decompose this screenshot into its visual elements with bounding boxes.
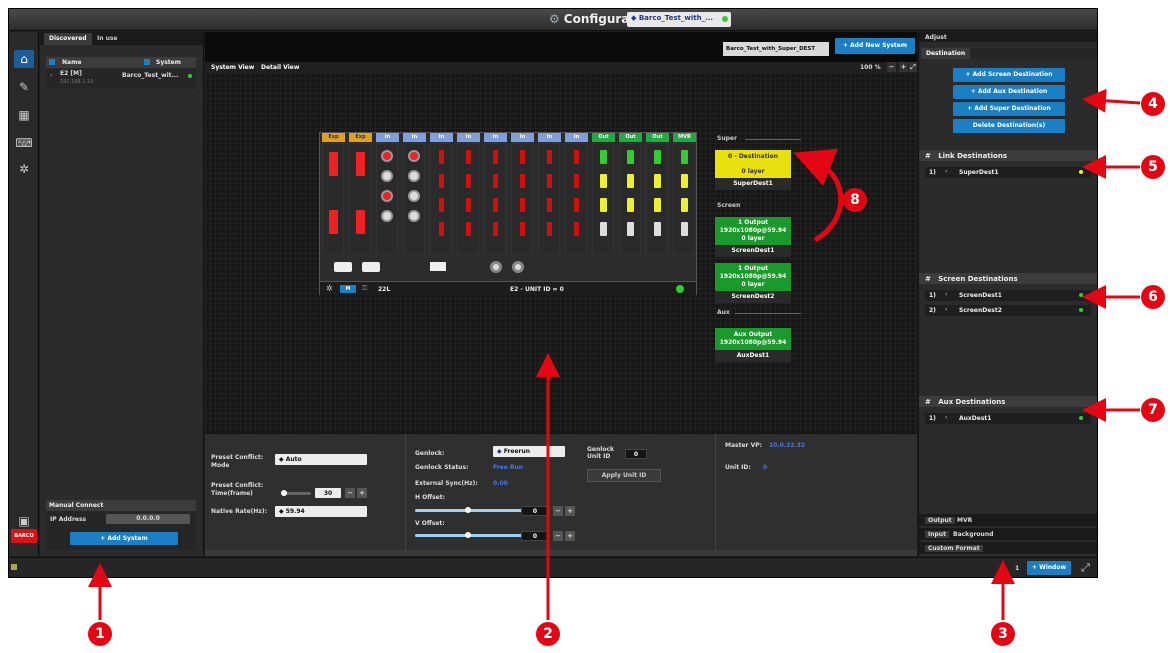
- callout-3: 3: [991, 622, 1015, 646]
- callout-6: 6: [1141, 285, 1165, 309]
- callout-1: 1: [88, 622, 112, 646]
- callout-2: 2: [536, 622, 560, 646]
- annotation-arrows: [88, 88, 1141, 620]
- callout-5: 5: [1141, 155, 1165, 179]
- callout-4: 4: [1141, 92, 1165, 116]
- callout-arrow-8: [793, 148, 844, 243]
- callout-7: 7: [1141, 398, 1165, 422]
- callout-arrow-4: [1082, 88, 1141, 113]
- callout-8: 8: [843, 188, 867, 212]
